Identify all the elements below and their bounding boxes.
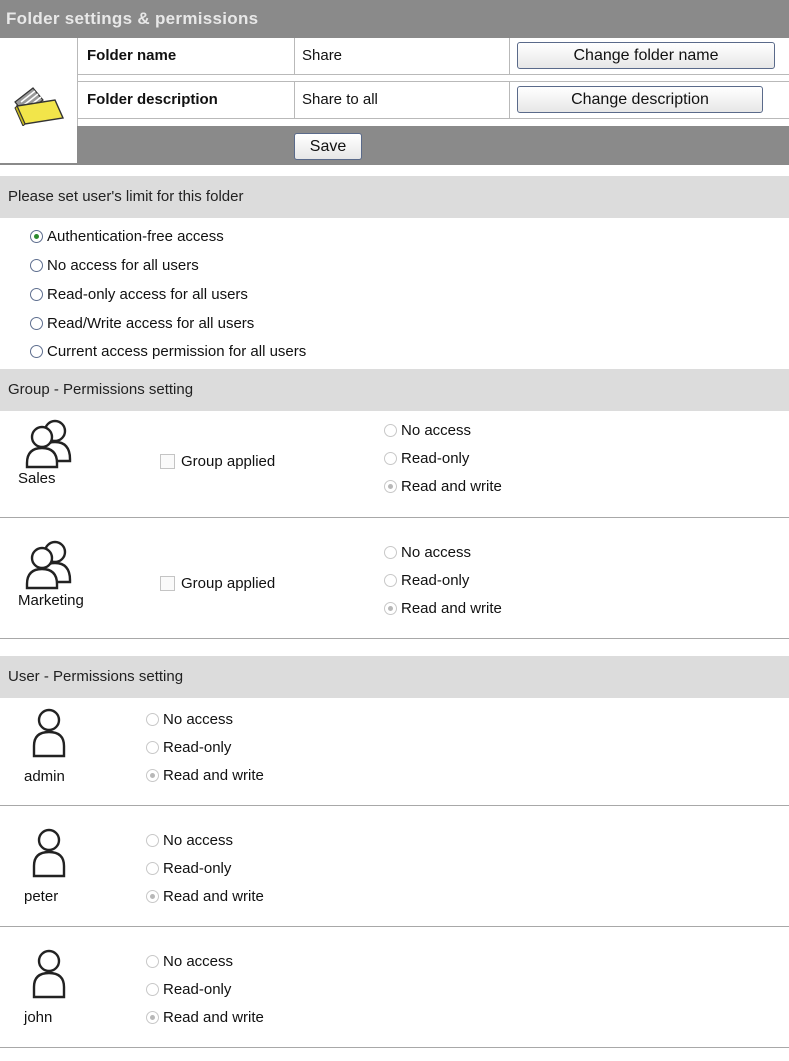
folder-name-row: Folder name Share Change folder name bbox=[77, 38, 789, 75]
radio-icon[interactable] bbox=[30, 317, 43, 330]
option-read-write[interactable]: Read and write bbox=[146, 883, 264, 911]
radio-selected-icon[interactable] bbox=[146, 890, 159, 903]
user-name: admin bbox=[24, 768, 65, 785]
radio-selected-icon[interactable] bbox=[384, 602, 397, 615]
option-read-only[interactable]: Read-only bbox=[146, 855, 264, 883]
radio-icon[interactable] bbox=[146, 955, 159, 968]
radio-selected-icon[interactable] bbox=[384, 480, 397, 493]
folder-name-label: Folder name bbox=[87, 47, 177, 64]
group-avatar-icon bbox=[25, 419, 72, 469]
option-no-access[interactable]: No access bbox=[146, 706, 264, 734]
radio-icon[interactable] bbox=[30, 345, 43, 358]
user-section-heading: User - Permissions setting bbox=[0, 656, 789, 698]
folder-name-value: Share bbox=[294, 38, 510, 74]
user-permission-options: No access Read-only Read and write bbox=[146, 706, 264, 790]
option-read-write[interactable]: Read and write bbox=[384, 473, 502, 501]
radio-icon[interactable] bbox=[384, 424, 397, 437]
group-section-heading: Group - Permissions setting bbox=[0, 369, 789, 411]
user-row-peter: peter No access Read-only Read and write bbox=[0, 806, 789, 927]
user-row-admin: admin No access Read-only Read and write bbox=[0, 698, 789, 806]
group-permission-options: No access Read-only Read and write bbox=[384, 539, 502, 623]
radio-icon[interactable] bbox=[146, 834, 159, 847]
option-read-write[interactable]: Read and write bbox=[146, 1004, 264, 1032]
limit-option-current-permission[interactable]: Current access permission for all users bbox=[30, 338, 306, 366]
group-permission-options: No access Read-only Read and write bbox=[384, 417, 502, 501]
group-name: Sales bbox=[18, 470, 56, 487]
radio-icon[interactable] bbox=[384, 452, 397, 465]
radio-selected-icon[interactable] bbox=[30, 230, 43, 243]
radio-selected-icon[interactable] bbox=[146, 1011, 159, 1024]
radio-icon[interactable] bbox=[30, 288, 43, 301]
checkbox-icon[interactable] bbox=[160, 576, 175, 591]
option-read-only[interactable]: Read-only bbox=[384, 445, 502, 473]
user-name: peter bbox=[24, 888, 59, 905]
group-applied-checkbox[interactable]: Group applied bbox=[160, 574, 275, 594]
option-no-access[interactable]: No access bbox=[146, 827, 264, 855]
folder-description-label: Folder description bbox=[87, 91, 218, 108]
user-row-john: john No access Read-only Read and write bbox=[0, 927, 789, 1048]
radio-icon[interactable] bbox=[146, 713, 159, 726]
limit-option-read-write[interactable]: Read/Write access for all users bbox=[30, 310, 254, 338]
option-read-only[interactable]: Read-only bbox=[384, 567, 502, 595]
user-avatar-icon bbox=[32, 949, 66, 999]
radio-selected-icon[interactable] bbox=[146, 769, 159, 782]
option-read-only[interactable]: Read-only bbox=[146, 734, 264, 762]
option-read-write[interactable]: Read and write bbox=[384, 595, 502, 623]
folder-description-row: Folder description Share to all Change d… bbox=[77, 81, 789, 119]
option-no-access[interactable]: No access bbox=[384, 417, 502, 445]
option-read-only[interactable]: Read-only bbox=[146, 976, 264, 1004]
change-description-button[interactable]: Change description bbox=[517, 86, 763, 113]
group-row-marketing: Marketing Group applied No access Read-o… bbox=[0, 518, 789, 639]
limit-option-read-only[interactable]: Read-only access for all users bbox=[30, 281, 248, 309]
limit-option-auth-free[interactable]: Authentication-free access bbox=[30, 223, 224, 251]
radio-icon[interactable] bbox=[146, 862, 159, 875]
group-row-sales: Sales Group applied No access Read-only … bbox=[0, 411, 789, 518]
radio-icon[interactable] bbox=[384, 546, 397, 559]
folder-icon bbox=[14, 87, 65, 126]
checkbox-icon[interactable] bbox=[160, 454, 175, 469]
folder-description-value: Share to all bbox=[294, 82, 510, 118]
limit-option-no-access[interactable]: No access for all users bbox=[30, 252, 199, 280]
user-permission-options: No access Read-only Read and write bbox=[146, 948, 264, 1032]
option-no-access[interactable]: No access bbox=[384, 539, 502, 567]
change-folder-name-button[interactable]: Change folder name bbox=[517, 42, 775, 69]
user-avatar-icon bbox=[32, 828, 66, 878]
save-row: Save bbox=[77, 126, 789, 163]
folder-header: Folder name Share Change folder name Fol… bbox=[0, 38, 789, 165]
group-name: Marketing bbox=[18, 592, 84, 609]
folder-icon-cell bbox=[0, 38, 78, 163]
radio-icon[interactable] bbox=[146, 741, 159, 754]
limit-section-heading: Please set user's limit for this folder bbox=[0, 176, 789, 218]
save-button[interactable]: Save bbox=[294, 133, 362, 160]
radio-icon[interactable] bbox=[146, 983, 159, 996]
group-avatar-icon bbox=[25, 540, 72, 590]
radio-icon[interactable] bbox=[384, 574, 397, 587]
user-name: john bbox=[24, 1009, 53, 1026]
radio-icon[interactable] bbox=[30, 259, 43, 272]
panel-title: Folder settings & permissions bbox=[0, 0, 789, 38]
option-no-access[interactable]: No access bbox=[146, 948, 264, 976]
option-read-write[interactable]: Read and write bbox=[146, 762, 264, 790]
user-avatar-icon bbox=[32, 708, 66, 758]
user-permission-options: No access Read-only Read and write bbox=[146, 827, 264, 911]
group-applied-checkbox[interactable]: Group applied bbox=[160, 452, 275, 472]
